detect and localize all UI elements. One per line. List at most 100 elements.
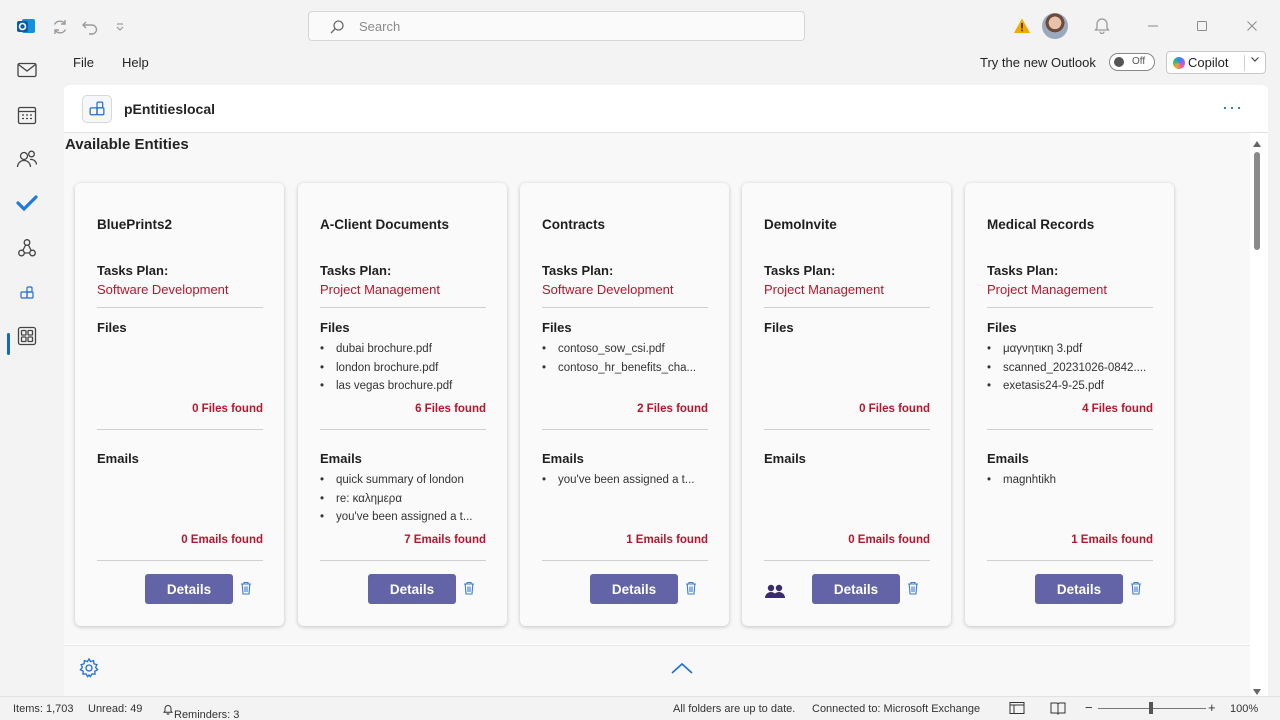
details-button[interactable]: Details <box>1035 574 1123 604</box>
user-avatar[interactable] <box>1042 13 1068 39</box>
emails-heading: Emails <box>320 451 362 466</box>
calendar-icon[interactable] <box>15 103 39 127</box>
trash-icon[interactable] <box>240 581 254 597</box>
customize-toolbar-icon[interactable] <box>110 17 130 37</box>
trash-icon[interactable] <box>463 581 477 597</box>
emails-heading: Emails <box>97 451 139 466</box>
scroll-thumb[interactable] <box>1254 152 1260 250</box>
trash-icon[interactable] <box>685 581 699 597</box>
reminders-status[interactable]: Reminders: 3 <box>162 703 239 720</box>
section-title: Available Entities <box>65 136 189 153</box>
mail-icon[interactable] <box>15 58 39 82</box>
apps-icon[interactable] <box>15 324 39 348</box>
panel-scrollbar[interactable] <box>1250 134 1264 696</box>
list-item[interactable]: london brochure.pdf <box>320 359 490 378</box>
list-item[interactable]: μαγνητικη 3.pdf <box>987 340 1157 359</box>
todo-icon[interactable] <box>15 191 39 215</box>
entity-name: Medical Records <box>987 217 1095 232</box>
people-icon[interactable] <box>764 583 786 599</box>
menu-help[interactable]: Help <box>122 55 149 70</box>
tasks-plan-value[interactable]: Software Development <box>97 282 229 297</box>
search-input[interactable] <box>359 16 779 36</box>
normal-view-icon[interactable] <box>1009 701 1025 718</box>
list-item[interactable]: contoso_hr_benefits_cha... <box>542 359 712 378</box>
details-button[interactable]: Details <box>590 574 678 604</box>
zoom-slider-thumb[interactable] <box>1149 702 1153 714</box>
reading-view-icon[interactable] <box>1050 701 1066 718</box>
list-item[interactable]: magnhtikh <box>987 471 1157 490</box>
toggle-knob <box>1114 57 1124 67</box>
list-item[interactable]: you've been assigned a t... <box>542 471 712 490</box>
bell-icon[interactable] <box>1093 16 1111 37</box>
copilot-label: Copilot <box>1188 55 1229 70</box>
files-heading: Files <box>97 320 127 335</box>
gear-icon[interactable] <box>78 657 100 682</box>
addin-entities-icon[interactable] <box>15 281 39 305</box>
divider <box>97 307 263 308</box>
search-box[interactable] <box>308 11 805 41</box>
org-chart-icon[interactable] <box>15 236 39 260</box>
files-count: 2 Files found <box>637 403 708 415</box>
warning-icon[interactable] <box>1013 17 1031 38</box>
panel-title: pEntitieslocal <box>124 101 216 117</box>
status-sync: All folders are up to date. <box>673 703 796 715</box>
list-item[interactable]: you've been assigned a t... <box>320 508 490 527</box>
menu-bar: File Help <box>54 52 1280 76</box>
divider <box>764 560 930 561</box>
divider <box>320 307 486 308</box>
toggle-state-label: Off <box>1132 56 1146 67</box>
files-list: dubai brochure.pdflondon brochure.pdflas… <box>320 340 490 396</box>
tasks-plan-value[interactable]: Project Management <box>320 282 440 297</box>
emails-count: 0 Emails found <box>848 534 930 546</box>
emails-heading: Emails <box>542 451 584 466</box>
status-unread: Unread: 49 <box>88 703 143 715</box>
files-count: 6 Files found <box>415 403 486 415</box>
divider <box>764 429 930 430</box>
zoom-level[interactable]: 100% <box>1230 703 1258 715</box>
status-items: Items: 1,703 <box>13 703 74 715</box>
emails-count: 1 Emails found <box>1071 534 1153 546</box>
details-button[interactable]: Details <box>812 574 900 604</box>
emails-count: 1 Emails found <box>626 534 708 546</box>
copilot-button[interactable]: Copilot <box>1166 51 1266 74</box>
emails-count: 7 Emails found <box>404 534 486 546</box>
close-button[interactable] <box>1242 16 1262 36</box>
people-icon[interactable] <box>15 147 39 171</box>
zoom-in-button[interactable]: + <box>1208 700 1216 715</box>
trash-icon[interactable] <box>907 581 921 597</box>
more-options-icon[interactable]: ··· <box>1222 97 1243 118</box>
list-item[interactable]: contoso_sow_csi.pdf <box>542 340 712 359</box>
minimize-button[interactable] <box>1143 16 1163 36</box>
list-item[interactable]: exetasis24-9-25.pdf <box>987 377 1157 396</box>
zoom-out-button[interactable]: − <box>1085 700 1093 715</box>
entity-card: A-Client Documents Tasks Plan: Project Man… <box>298 183 507 626</box>
trash-icon[interactable] <box>1130 581 1144 597</box>
files-count: 0 Files found <box>192 403 263 415</box>
tasks-plan-value[interactable]: Project Management <box>764 282 884 297</box>
tasks-plan-value[interactable]: Project Management <box>987 282 1107 297</box>
list-item[interactable]: dubai brochure.pdf <box>320 340 490 359</box>
list-item[interactable]: quick summary of london <box>320 471 490 490</box>
list-item[interactable]: re: καλημερα <box>320 490 490 509</box>
tasks-plan-value[interactable]: Software Development <box>542 282 674 297</box>
sync-icon[interactable] <box>50 17 70 37</box>
new-outlook-toggle[interactable]: Off <box>1109 53 1155 71</box>
rail-active-indicator <box>7 333 10 355</box>
emails-heading: Emails <box>764 451 806 466</box>
chevron-down-icon[interactable] <box>1250 54 1260 67</box>
status-connection: Connected to: Microsoft Exchange <box>812 703 981 715</box>
try-new-outlook-label: Try the new Outlook <box>980 55 1096 70</box>
undo-icon[interactable] <box>80 17 100 37</box>
maximize-button[interactable] <box>1192 16 1212 36</box>
details-button[interactable]: Details <box>145 574 233 604</box>
entity-name: A-Client Documents <box>320 217 450 232</box>
scroll-up-icon[interactable] <box>1253 136 1261 151</box>
menu-file[interactable]: File <box>73 55 94 70</box>
addin-panel: pEntitieslocal ··· Available Entities Bl… <box>64 85 1268 696</box>
divider <box>542 307 708 308</box>
list-item[interactable]: las vegas brochure.pdf <box>320 377 490 396</box>
list-item[interactable]: scanned_20231026-0842.... <box>987 359 1157 378</box>
chevron-up-icon[interactable] <box>670 661 694 678</box>
tasks-plan-label: Tasks Plan: <box>987 263 1059 278</box>
details-button[interactable]: Details <box>368 574 456 604</box>
